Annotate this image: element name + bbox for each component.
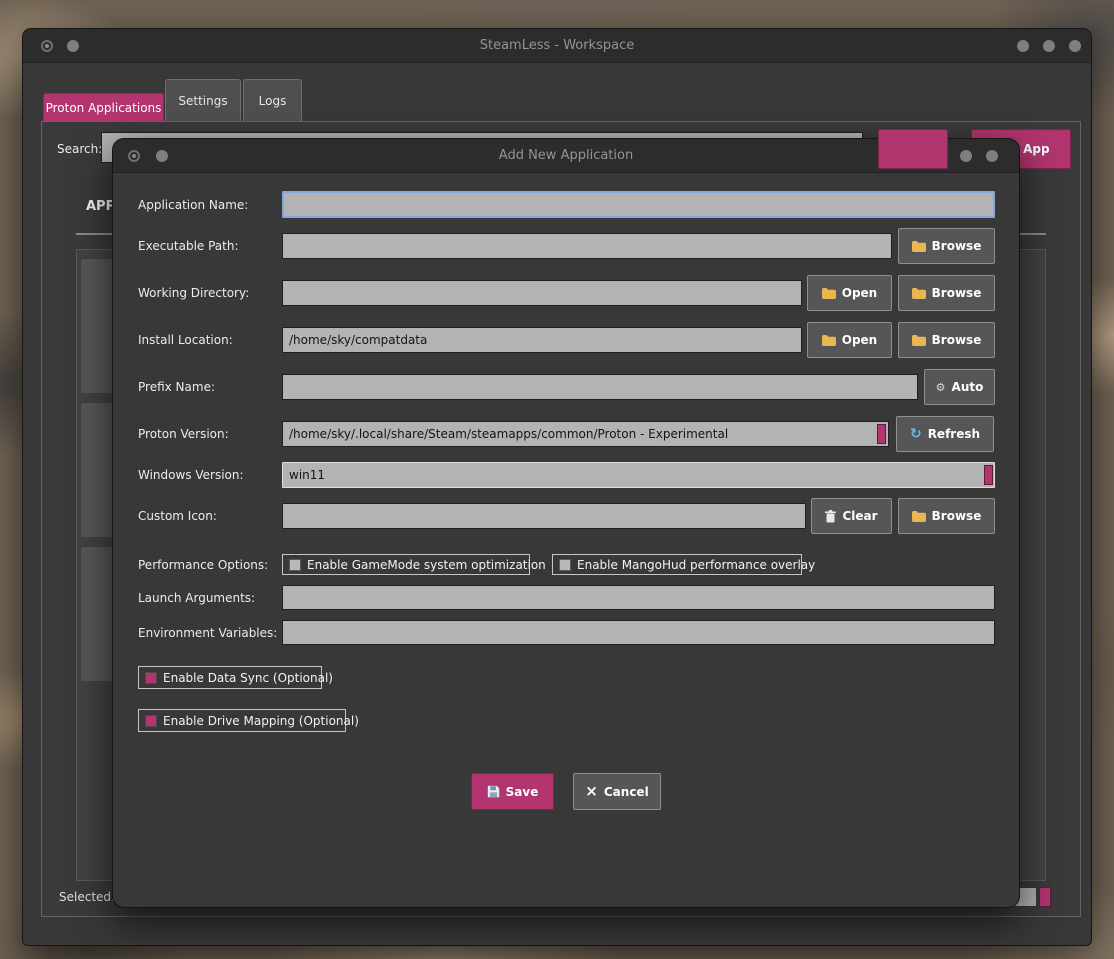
toolbar-pink-button[interactable] <box>878 129 948 169</box>
open-label: Open <box>841 286 878 300</box>
data-sync-checkbox-label: Enable Data Sync (Optional) <box>163 670 333 685</box>
folder-icon <box>821 287 836 299</box>
checkbox-checked-icon <box>145 714 157 727</box>
window-close-icon[interactable] <box>1069 40 1081 52</box>
data-sync-checkbox[interactable]: Enable Data Sync (Optional) <box>138 666 333 689</box>
custom-icon-label: Custom Icon: <box>138 509 217 523</box>
custom-icon-clear-button[interactable]: Clear <box>811 498 892 534</box>
browse-label: Browse <box>931 286 982 300</box>
open-label: Open <box>841 333 878 347</box>
custom-icon-browse-button[interactable]: Browse <box>898 498 995 534</box>
application-name-input[interactable] <box>282 191 995 218</box>
custom-icon-input[interactable] <box>282 503 806 529</box>
executable-path-input[interactable] <box>282 233 892 259</box>
clear-label: Clear <box>842 509 878 523</box>
gamemode-checkbox-label: Enable GameMode system optimization <box>307 557 546 572</box>
add-application-dialog: Add New Application Application Name: Ex… <box>112 138 1020 908</box>
folder-icon <box>911 334 926 346</box>
performance-options-label: Performance Options: <box>138 558 269 572</box>
proton-refresh-button[interactable]: ↻ Refresh <box>896 416 994 452</box>
working-directory-label: Working Directory: <box>138 286 250 300</box>
app-list-header: APP <box>86 199 116 214</box>
environment-variables-label: Environment Variables: <box>138 626 278 640</box>
refresh-label: Refresh <box>927 427 981 441</box>
gear-icon: ⚙ <box>935 380 946 394</box>
install-location-open-button[interactable]: Open <box>807 322 892 358</box>
launch-arguments-input[interactable] <box>282 585 995 610</box>
windows-version-combobox[interactable]: win11 <box>282 462 995 488</box>
folder-icon <box>911 287 926 299</box>
window-maximize-icon[interactable] <box>1043 40 1055 52</box>
proton-version-label: Proton Version: <box>138 427 229 441</box>
environment-variables-input[interactable] <box>282 620 995 645</box>
mangohud-checkbox-label: Enable MangoHud performance overlay <box>577 557 816 572</box>
search-label: Search: <box>57 142 103 156</box>
install-location-browse-button[interactable]: Browse <box>898 322 995 358</box>
working-directory-browse-button[interactable]: Browse <box>898 275 995 311</box>
install-location-input[interactable] <box>282 327 802 353</box>
checkbox-checked-icon <box>145 671 157 684</box>
folder-icon <box>821 334 836 346</box>
prefix-name-label: Prefix Name: <box>138 380 215 394</box>
drive-mapping-checkbox[interactable]: Enable Drive Mapping (Optional) <box>138 709 359 732</box>
gamemode-checkbox[interactable]: Enable GameMode system optimization <box>282 554 546 575</box>
window-title: SteamLess - Workspace <box>479 38 635 53</box>
save-label: Save <box>505 784 539 799</box>
browse-label: Browse <box>931 333 982 347</box>
auto-label: Auto <box>951 380 984 394</box>
prefix-name-input[interactable] <box>282 374 918 400</box>
combo-dropdown-icon[interactable] <box>984 465 993 485</box>
tab-settings[interactable]: Settings <box>165 79 241 121</box>
proton-version-combobox[interactable]: /home/sky/.local/share/Steam/steamapps/c… <box>282 421 889 447</box>
tab-logs[interactable]: Logs <box>243 79 302 121</box>
save-icon <box>487 785 499 798</box>
window-minimize-icon[interactable] <box>1017 40 1029 52</box>
prefix-auto-button[interactable]: ⚙ Auto <box>924 369 995 405</box>
mangohud-checkbox[interactable]: Enable MangoHud performance overlay <box>552 554 815 575</box>
application-name-label: Application Name: <box>138 198 249 212</box>
browse-label: Browse <box>931 509 982 523</box>
refresh-icon: ↻ <box>909 425 922 442</box>
folder-icon <box>911 510 926 522</box>
executable-browse-button[interactable]: Browse <box>898 228 995 264</box>
cancel-label: Cancel <box>603 784 649 799</box>
windows-version-value: win11 <box>289 468 326 482</box>
executable-path-label: Executable Path: <box>138 239 239 253</box>
checkbox-icon <box>559 558 571 571</box>
trash-icon <box>825 509 837 522</box>
proton-version-value: /home/sky/.local/share/Steam/steamapps/c… <box>289 427 729 441</box>
cancel-button[interactable]: × Cancel <box>573 773 661 810</box>
folder-icon <box>911 240 926 252</box>
scrollbar-accent-button[interactable] <box>1039 887 1051 907</box>
drive-mapping-checkbox-label: Enable Drive Mapping (Optional) <box>163 713 359 728</box>
windows-version-label: Windows Version: <box>138 468 244 482</box>
close-icon: × <box>585 782 598 800</box>
window-close-icon[interactable] <box>986 150 998 162</box>
main-titlebar[interactable]: SteamLess - Workspace <box>23 29 1091 63</box>
working-directory-open-button[interactable]: Open <box>807 275 892 311</box>
launch-arguments-label: Launch Arguments: <box>138 591 256 605</box>
window-maximize-icon[interactable] <box>960 150 972 162</box>
combo-dropdown-icon[interactable] <box>877 424 886 444</box>
checkbox-icon <box>289 558 301 571</box>
install-location-label: Install Location: <box>138 333 233 347</box>
working-directory-input[interactable] <box>282 280 802 306</box>
browse-label: Browse <box>931 239 982 253</box>
tab-proton-applications[interactable]: Proton Applications <box>43 93 164 122</box>
save-button[interactable]: Save <box>471 773 554 810</box>
